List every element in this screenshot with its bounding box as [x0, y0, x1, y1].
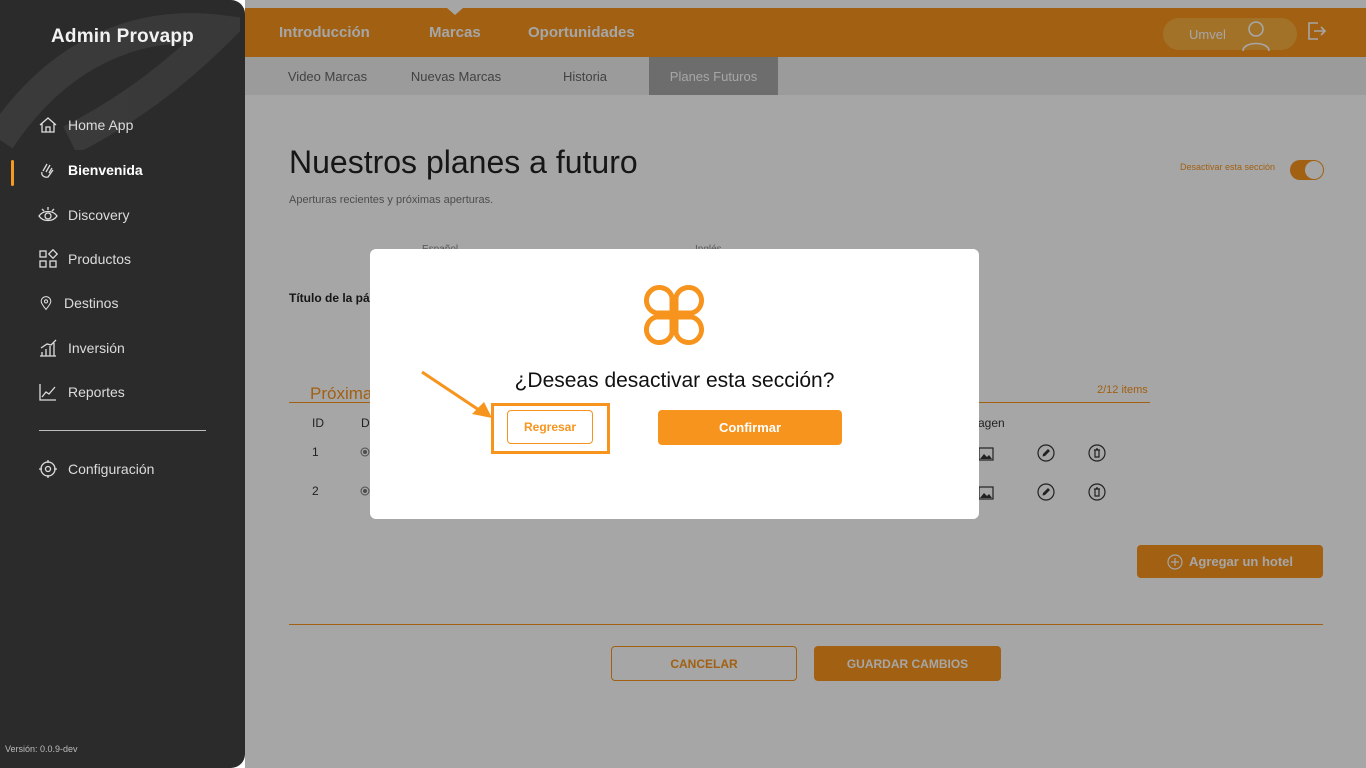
sidebar-item-label: Home App [68, 117, 134, 133]
map-pin-icon [40, 296, 52, 311]
bar-chart-icon [40, 339, 57, 357]
sidebar-item-bienvenida[interactable]: Bienvenida [38, 158, 143, 182]
sidebar-item-reportes[interactable]: Reportes [38, 380, 125, 404]
active-indicator [11, 160, 14, 186]
sidebar-item-label: Reportes [68, 384, 125, 400]
sidebar-item-configuracion[interactable]: Configuración [38, 457, 154, 481]
sidebar: Admin Provapp Home App Bienvenida Discov… [0, 0, 245, 768]
eye-icon [38, 207, 58, 222]
version-label: Versión: 0.0.9-dev [5, 744, 78, 754]
sidebar-item-productos[interactable]: Productos [38, 247, 131, 271]
sidebar-item-label: Productos [68, 251, 132, 267]
sidebar-item-home-app[interactable]: Home App [38, 113, 133, 137]
sidebar-item-label: Destinos [64, 295, 119, 311]
sidebar-item-label: Discovery [68, 207, 130, 223]
confirm-button[interactable]: Confirmar [658, 410, 842, 445]
clover-logo-icon [643, 284, 705, 346]
home-icon [39, 117, 57, 133]
back-button[interactable]: Regresar [507, 410, 593, 444]
waving-hand-icon [41, 163, 54, 178]
brand-title: Admin Provapp [50, 26, 194, 47]
sidebar-item-label: Bienvenida [68, 162, 143, 178]
gear-icon [39, 460, 57, 478]
annotation-arrow-icon [421, 370, 492, 418]
sidebar-divider [39, 430, 206, 431]
sidebar-item-label: Inversión [68, 340, 125, 356]
sidebar-item-discovery[interactable]: Discovery [38, 203, 129, 227]
sidebar-item-label: Configuración [68, 461, 155, 477]
sidebar-item-destinos[interactable]: Destinos [38, 291, 118, 315]
line-chart-icon [39, 384, 56, 401]
sidebar-item-inversion[interactable]: Inversión [38, 336, 125, 360]
grid-icon [39, 249, 58, 268]
